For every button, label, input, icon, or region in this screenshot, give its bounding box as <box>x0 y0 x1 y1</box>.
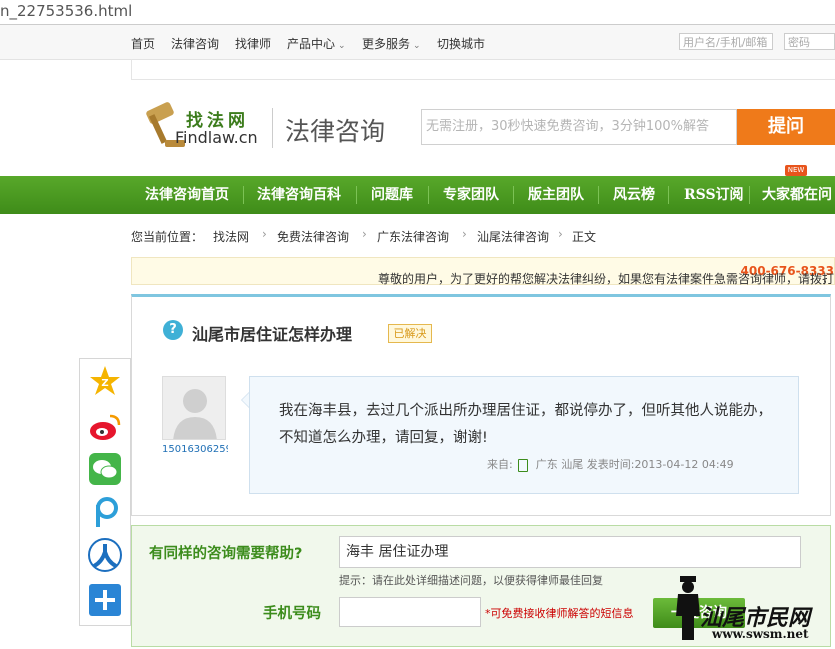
asker-username[interactable]: 15016306259 <box>162 444 228 455</box>
url-text: n_22753536.html <box>0 2 133 20</box>
question-meta: 来自: 广东 汕尾 发表时间:2013-04-12 04:49 <box>487 456 734 472</box>
page-section-title: 法律咨询 <box>285 117 386 146</box>
password-input[interactable]: 密码 <box>784 33 835 50</box>
breadcrumb-item[interactable]: 找法网 <box>213 228 249 245</box>
nav-separator <box>356 186 357 204</box>
more-share-icon[interactable] <box>88 583 122 617</box>
nav-separator <box>513 186 514 204</box>
logo-english[interactable]: Findlaw.cn <box>175 128 258 147</box>
form-hint: 提示：请在此处详细描述问题，以便获得律师最佳回复 <box>339 574 603 587</box>
topnav-legal-consult[interactable]: 法律咨询 <box>171 35 219 52</box>
mainnav-expert-team[interactable]: 专家团队 <box>443 176 499 214</box>
mobile-phone-icon <box>518 458 529 472</box>
nav-separator <box>668 186 669 204</box>
mainnav-moderator-team[interactable]: 版主团队 <box>528 176 584 214</box>
mainnav-consult-home[interactable]: 法律咨询首页 <box>145 176 229 214</box>
mainnav-rankings[interactable]: 风云榜 <box>613 176 655 214</box>
nav-separator <box>428 186 429 204</box>
chevron-right-icon: › <box>262 227 267 241</box>
mainnav-consult-wiki[interactable]: 法律咨询百科 <box>257 176 341 214</box>
solved-badge: 已解决 <box>388 324 432 343</box>
nav-separator <box>749 186 750 204</box>
chevron-down-icon: ⌄ <box>413 41 421 51</box>
chevron-right-icon: › <box>362 227 367 241</box>
weibo-icon[interactable] <box>88 410 122 444</box>
bubble-arrow-inner <box>242 393 249 407</box>
mainnav-rss[interactable]: RSS订阅 <box>684 176 744 214</box>
question-search-input[interactable]: 无需注册，30秒快速免费咨询，3分钟100%解答 <box>421 109 737 145</box>
breadcrumb-prefix: 您当前位置： <box>131 230 204 244</box>
topnav-find-lawyer[interactable]: 找律师 <box>235 35 271 52</box>
phone-label: 手机号码 <box>263 606 321 622</box>
nav-separator <box>598 186 599 204</box>
question-title: 汕尾市居住证怎样办理 <box>192 325 353 344</box>
notice-body: 尊敬的用户，为了更好的帮您解决法律纠纷，如果您有法律案件急需咨询律师，请拨打 <box>377 272 834 286</box>
notice-text: 尊敬的用户，为了更好的帮您解决法律纠纷，如果您有法律案件急需咨询律师，请拨打 40… <box>378 264 834 286</box>
phone-input[interactable] <box>339 597 481 627</box>
phone-note: *可免费接收律师解答的短信息 <box>485 607 634 620</box>
question-body: 我在海丰县，去过几个派出所办理居住证，都说停办了，但听其他人说能办，不知道怎么办… <box>279 403 772 446</box>
hotline-notice: 尊敬的用户，为了更好的帮您解决法律纠纷，如果您有法律案件急需咨询律师，请拨打 40… <box>131 257 835 286</box>
chevron-right-icon: › <box>462 227 467 241</box>
top-banner-frame <box>131 59 835 80</box>
mainnav-question-library[interactable]: 问题库 <box>371 176 413 214</box>
mainnav-everyone-asks[interactable]: 大家都在问 <box>762 176 832 214</box>
from-label: 来自: <box>487 458 513 471</box>
avatar[interactable] <box>162 376 226 440</box>
ask-button[interactable]: 提问 <box>737 109 835 145</box>
topnav-switch-city[interactable]: 切换城市 <box>437 35 485 52</box>
chevron-right-icon: › <box>558 227 563 241</box>
question-location: 广东 汕尾 <box>535 458 584 471</box>
header-divider <box>272 108 273 148</box>
nav-separator <box>243 186 244 204</box>
same-question-label: 有同样的咨询需要帮助? <box>149 546 303 562</box>
breadcrumb-current: 正文 <box>572 230 597 244</box>
topnav-products[interactable]: 产品中心 ⌄ <box>287 35 346 52</box>
wechat-icon[interactable] <box>88 452 122 486</box>
svg-text:Z: Z <box>101 378 108 389</box>
question-input[interactable]: 海丰 居住证办理 <box>339 536 801 568</box>
topnav-more-services[interactable]: 更多服务 ⌄ <box>362 35 421 52</box>
main-navigation: 法律咨询首页 法律咨询百科 问题库 专家团队 版主团队 风云榜 RSS订阅 大家… <box>0 176 835 214</box>
breadcrumb-item[interactable]: 免费法律咨询 <box>277 228 349 245</box>
notice-tail: ， <box>821 272 834 286</box>
qzone-icon[interactable]: Z <box>88 364 122 398</box>
question-mark-icon: ? <box>163 320 183 340</box>
topnav-home[interactable]: 首页 <box>131 35 155 52</box>
breadcrumb-item[interactable]: 广东法律咨询 <box>377 228 449 245</box>
username-input[interactable]: 用户名/手机/邮箱 <box>679 33 773 50</box>
pengyou-icon[interactable] <box>88 495 122 529</box>
time-label: 发表时间: <box>586 458 635 471</box>
browser-url-bar[interactable]: n_22753536.html <box>0 0 835 25</box>
top-navigation: 首页 法律咨询 找律师 产品中心 ⌄ 更多服务 ⌄ 切换城市 用户名/手机/邮箱 密… <box>0 25 835 60</box>
question-time: 2013-04-12 04:49 <box>634 458 734 471</box>
new-badge: NEW <box>785 165 807 176</box>
breadcrumb-item[interactable]: 汕尾法律咨询 <box>477 228 549 245</box>
watermark-url: www.swsm.net <box>712 627 809 641</box>
topnav-more-label: 更多服务 <box>362 37 411 51</box>
topnav-products-label: 产品中心 <box>287 37 336 51</box>
renren-icon[interactable] <box>88 538 122 572</box>
chevron-down-icon: ⌄ <box>338 41 346 51</box>
default-avatar-icon <box>163 377 225 439</box>
